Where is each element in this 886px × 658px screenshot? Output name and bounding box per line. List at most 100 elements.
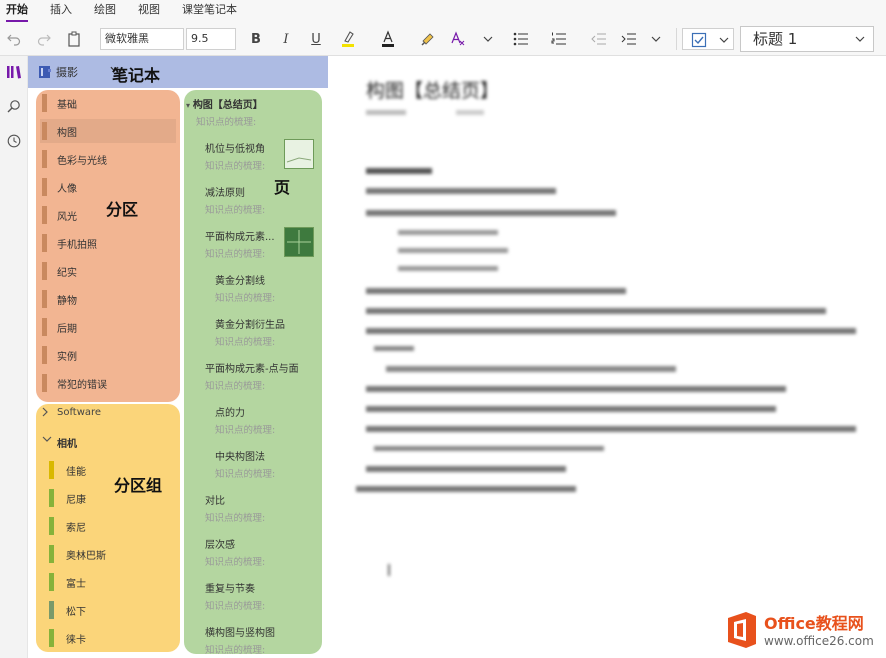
pages-annotation: 页 xyxy=(274,174,290,198)
section-item[interactable]: 构图 xyxy=(40,119,176,143)
section-color-tab xyxy=(42,178,47,196)
underline-button[interactable]: U xyxy=(308,28,324,50)
section-item[interactable]: 静物 xyxy=(40,287,176,311)
page-item[interactable]: ▾ 构图【总结页】 知识点的梳理: xyxy=(186,96,316,128)
page-content[interactable]: 构图【总结页】 xyxy=(330,56,886,658)
page-thumbnail xyxy=(284,139,314,169)
notebook-annotation: 笔记本 xyxy=(112,62,160,86)
subsection-label: 徕卡 xyxy=(66,631,86,646)
highlighter-icon[interactable] xyxy=(338,28,358,50)
page-item[interactable]: 减法原则 知识点的梳理: xyxy=(205,184,335,216)
style-dropdown[interactable]: 标题 1 xyxy=(740,26,874,52)
section-label: 实例 xyxy=(57,348,77,363)
numbering-icon[interactable] xyxy=(548,28,570,50)
watermark-brand: Office教程网 xyxy=(764,610,864,634)
outdent-icon[interactable] xyxy=(588,28,610,50)
section-item[interactable]: 纪实 xyxy=(40,259,176,283)
format-painter-icon[interactable] xyxy=(418,28,438,50)
clear-format-icon[interactable] xyxy=(448,28,468,50)
font-name-box[interactable]: 微软雅黑 xyxy=(100,28,184,50)
more-chevron-icon-2[interactable] xyxy=(648,28,664,50)
notebook-header[interactable]: 摄影 笔记本 xyxy=(28,56,328,88)
section-color-tab xyxy=(49,545,54,563)
page-item[interactable]: 点的力 知识点的梳理: xyxy=(215,404,345,436)
subsection-item[interactable]: 富士 xyxy=(40,570,176,594)
section-color-tab xyxy=(42,94,47,112)
subsection-item[interactable]: 奥林巴斯 xyxy=(40,542,176,566)
italic-button[interactable]: I xyxy=(278,28,294,50)
page-title: 点的力 xyxy=(215,404,345,419)
section-item[interactable]: 手机拍照 xyxy=(40,231,176,255)
tab-draw[interactable]: 绘图 xyxy=(94,0,116,22)
page-subtitle: 知识点的梳理: xyxy=(205,378,335,392)
ribbon-tabs: 开始 插入 绘图 视图 课堂笔记本 xyxy=(0,0,886,22)
page-title: 平面构成元素-点与面 xyxy=(205,360,335,375)
more-chevron-icon[interactable] xyxy=(480,28,496,50)
section-group-camera[interactable]: 相机 xyxy=(40,430,176,454)
section-label: 后期 xyxy=(57,320,77,335)
section-groups-annotation: 分区组 xyxy=(114,472,162,496)
page-item[interactable]: 平面构成元素-点与面 知识点的梳理: xyxy=(205,360,335,392)
tab-insert[interactable]: 插入 xyxy=(50,0,72,22)
section-label: 静物 xyxy=(57,292,77,307)
section-label: 纪实 xyxy=(57,264,77,279)
subsection-label: 富士 xyxy=(66,575,86,590)
section-item[interactable]: 色彩与光线 xyxy=(40,147,176,171)
redo-icon[interactable] xyxy=(34,28,54,50)
section-color-tab xyxy=(49,461,54,479)
chevron-right-icon xyxy=(42,407,48,420)
page-subtitle: 知识点的梳理: xyxy=(205,202,335,216)
subsection-item[interactable]: 松下 xyxy=(40,598,176,622)
toolbar: 微软雅黑 9.5 B I U 标题 1 xyxy=(0,22,886,56)
section-group-software[interactable]: Software xyxy=(40,402,176,426)
page-item[interactable]: 平面构成元素... 知识点的梳理: xyxy=(205,228,335,260)
subsection-item[interactable]: 徕卡 xyxy=(40,626,176,650)
subsection-label: 尼康 xyxy=(66,491,86,506)
section-item[interactable]: 实例 xyxy=(40,343,176,367)
page-subtitle: 知识点的梳理: xyxy=(205,554,335,568)
page-title: ▾ 构图【总结页】 xyxy=(186,96,316,111)
section-group-label: 相机 xyxy=(57,435,77,450)
tab-view[interactable]: 视图 xyxy=(138,0,160,22)
page-item[interactable]: 机位与低视角 知识点的梳理: xyxy=(205,140,335,172)
todo-checkbox-icon[interactable] xyxy=(682,28,734,50)
style-value: 标题 1 xyxy=(753,30,797,48)
subsection-label: 索尼 xyxy=(66,519,86,534)
section-item[interactable]: 基础 xyxy=(40,91,176,115)
section-label: 人像 xyxy=(57,180,77,195)
bullets-icon[interactable] xyxy=(510,28,532,50)
page-item[interactable]: 横构图与竖构图 知识点的梳理: xyxy=(205,624,335,656)
section-label: 色彩与光线 xyxy=(57,152,107,167)
font-color-icon[interactable] xyxy=(378,28,398,50)
notebook-icon xyxy=(38,65,52,79)
bold-button[interactable]: B xyxy=(248,28,264,50)
office-logo-icon xyxy=(724,610,760,650)
tab-home[interactable]: 开始 xyxy=(6,0,28,22)
page-item[interactable]: 黄金分割线 知识点的梳理: xyxy=(215,272,345,304)
chevron-down-icon xyxy=(42,435,52,445)
page-item[interactable]: 中央构图法 知识点的梳理: xyxy=(215,448,345,480)
font-size-box[interactable]: 9.5 xyxy=(186,28,236,50)
page-item[interactable]: 重复与节奏 知识点的梳理: xyxy=(205,580,335,612)
subsection-item[interactable]: 索尼 xyxy=(40,514,176,538)
page-title: 机位与低视角 xyxy=(205,140,335,155)
page-subtitle: 知识点的梳理: xyxy=(205,158,335,172)
section-color-tab xyxy=(42,346,47,364)
section-color-tab xyxy=(42,234,47,252)
search-icon[interactable] xyxy=(4,96,24,116)
page-subtitle: 知识点的梳理: xyxy=(215,290,345,304)
page-item[interactable]: 黄金分割衍生品 知识点的梳理: xyxy=(215,316,345,348)
indent-icon[interactable] xyxy=(618,28,640,50)
section-item[interactable]: 后期 xyxy=(40,315,176,339)
notebooks-icon[interactable] xyxy=(4,62,24,82)
section-label: 风光 xyxy=(57,208,77,223)
tab-class-notebook[interactable]: 课堂笔记本 xyxy=(182,0,237,22)
section-item[interactable]: 常犯的错误 xyxy=(40,371,176,395)
page-item[interactable]: 对比 知识点的梳理: xyxy=(205,492,335,524)
section-color-tab xyxy=(42,206,47,224)
undo-icon[interactable] xyxy=(4,28,24,50)
recent-clock-icon[interactable] xyxy=(4,131,24,151)
clipboard-icon[interactable] xyxy=(64,28,84,50)
page-item[interactable]: 层次感 知识点的梳理: xyxy=(205,536,335,568)
page-title: 横构图与竖构图 xyxy=(205,624,335,639)
